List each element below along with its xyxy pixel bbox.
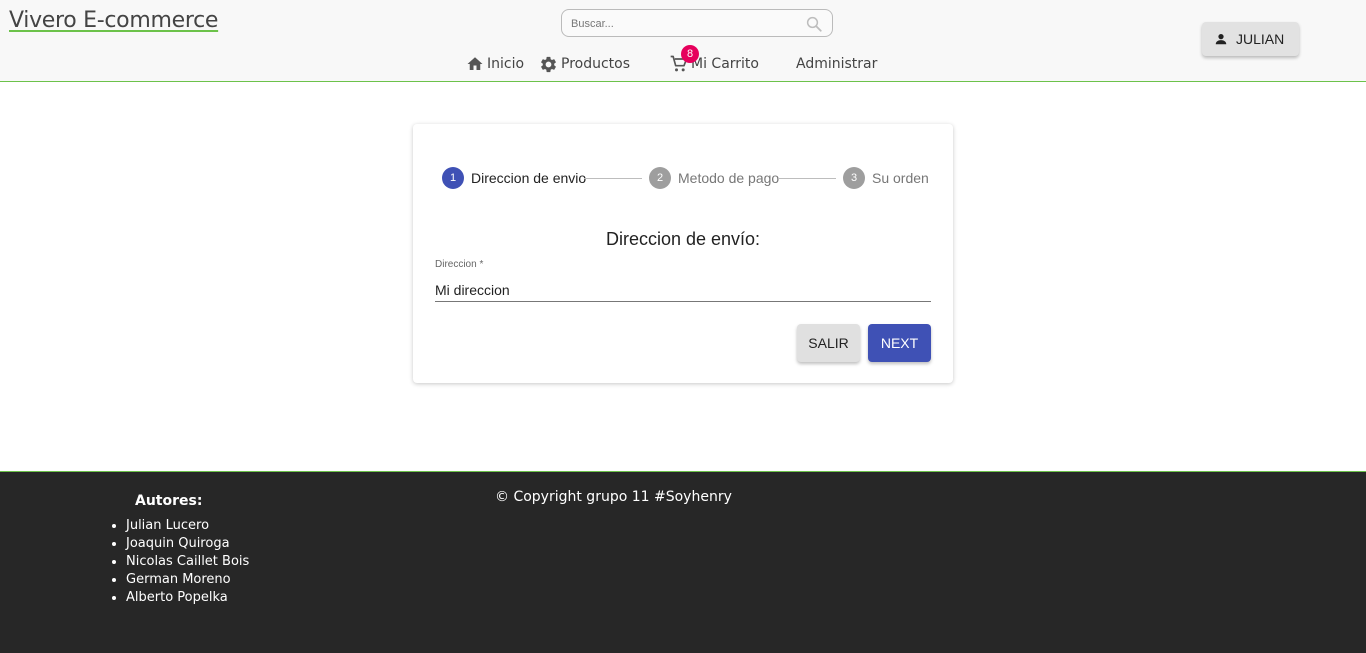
search-box — [561, 9, 833, 37]
author-item: German Moreno — [126, 571, 249, 589]
nav-productos-label: Productos — [561, 56, 631, 72]
nav-carrito-label: Mi Carrito — [691, 56, 759, 72]
top-navbar: Vivero E-commerce Inicio Productos Mi Ca… — [0, 0, 1366, 82]
author-item: Joaquin Quiroga — [126, 535, 249, 553]
brand-logo-link[interactable]: Vivero E-commerce — [9, 8, 218, 33]
step-2: 2 Metodo de pago — [649, 167, 779, 189]
footer: Autores: Julian Lucero Joaquin Quiroga N… — [0, 471, 1366, 653]
nav-administrar-label: Administrar — [796, 56, 878, 72]
user-account-button[interactable]: JULIAN — [1202, 22, 1299, 56]
next-button[interactable]: NEXT — [868, 324, 931, 362]
address-field-label: Direccion * — [435, 259, 484, 270]
step-1-label: Direccion de envio — [471, 170, 587, 186]
nav-administrar[interactable]: Administrar — [796, 52, 877, 76]
nav-inicio-label: Inicio — [487, 56, 525, 72]
step-3-label: Su orden — [872, 170, 929, 186]
step-connector — [584, 178, 642, 179]
nav-inicio[interactable]: Inicio — [466, 52, 524, 76]
address-input[interactable] — [435, 278, 931, 302]
step-2-label: Metodo de pago — [678, 170, 780, 186]
step-3: 3 Su orden — [843, 167, 929, 189]
nav-productos[interactable]: Productos — [539, 52, 630, 76]
author-item: Alberto Popelka — [126, 589, 249, 607]
gear-icon — [541, 56, 556, 72]
form-title: Direccion de envío: — [605, 229, 761, 249]
step-connector — [778, 178, 836, 179]
search-icon[interactable] — [805, 15, 823, 33]
step-1-number: 1 — [442, 167, 464, 189]
step-3-number: 3 — [843, 167, 865, 189]
authors-list: Julian Lucero Joaquin Quiroga Nicolas Ca… — [126, 517, 249, 607]
salir-button[interactable]: SALIR — [797, 324, 860, 362]
step-2-number: 2 — [649, 167, 671, 189]
authors-title: Autores: — [135, 493, 203, 509]
step-1: 1 Direccion de envio — [442, 167, 586, 189]
user-name-label: JULIAN — [1236, 31, 1285, 47]
cart-count-badge: 8 — [681, 45, 699, 63]
home-icon — [467, 57, 483, 70]
author-item: Nicolas Caillet Bois — [126, 553, 249, 571]
author-item: Julian Lucero — [126, 517, 249, 535]
search-input[interactable] — [571, 15, 791, 33]
person-icon — [1215, 34, 1227, 45]
checkout-card: 1 Direccion de envio 2 Metodo de pago 3 … — [413, 124, 953, 383]
copyright-text: © Copyright grupo 11 #Soyhenry — [495, 489, 732, 505]
